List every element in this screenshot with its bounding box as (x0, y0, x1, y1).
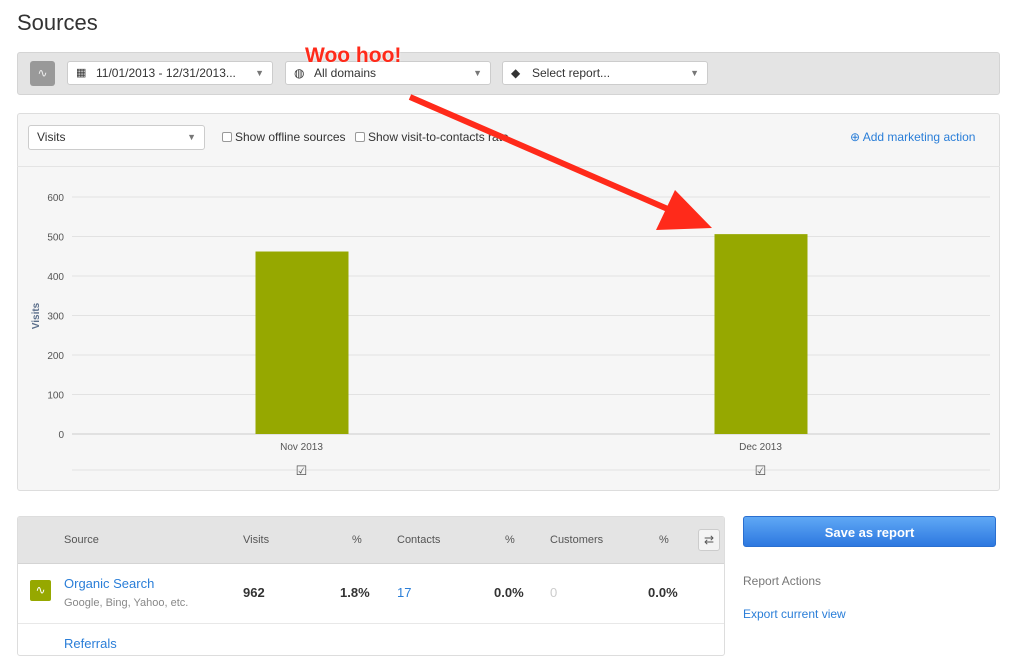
y-axis-label: Visits (31, 302, 42, 329)
export-link[interactable]: Export current view (743, 607, 846, 621)
sources-table: Source Visits % Contacts % Customers % ⇄… (17, 516, 725, 656)
table-row: Referrals (18, 624, 724, 655)
annotation-arrow (408, 94, 712, 230)
table-header: Source Visits % Contacts % Customers % ⇄ (18, 517, 724, 564)
swap-columns-icon[interactable]: ⇄ (698, 529, 720, 551)
x-tick-label: Dec 2013 (739, 442, 782, 453)
calendar-check-icon: ☑ (296, 463, 308, 478)
report-actions-heading: Report Actions (743, 574, 822, 588)
calendar-check-icon: ☑ (755, 463, 767, 478)
y-tick-label: 200 (47, 351, 64, 362)
y-tick-label: 300 (47, 312, 64, 323)
y-tick-label: 100 (47, 391, 64, 402)
x-tick-label: Nov 2013 (280, 442, 323, 453)
y-tick-label: 0 (58, 430, 64, 441)
source-link[interactable]: Organic Search (64, 576, 154, 591)
organic-search-icon: ∿ (30, 580, 51, 601)
table-row: ∿ Organic Search Google, Bing, Yahoo, et… (18, 564, 724, 624)
save-as-report-button[interactable]: Save as report (743, 516, 996, 547)
